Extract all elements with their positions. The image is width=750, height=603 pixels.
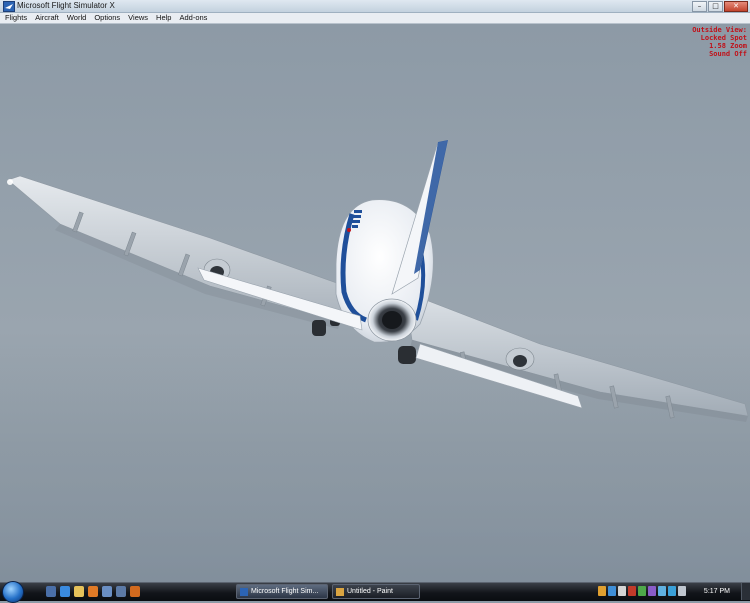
security-icon[interactable]	[608, 586, 616, 596]
menu-flights[interactable]: Flights	[0, 13, 31, 23]
fsx-app-icon[interactable]	[3, 1, 15, 12]
switch-windows-icon[interactable]	[116, 586, 126, 597]
window-title: Microsoft Flight Simulator X	[17, 1, 115, 10]
taskbar: Microsoft Flight Sim... Untitled - Paint…	[0, 581, 750, 603]
task-label: Untitled - Paint	[347, 588, 393, 595]
paint-icon	[336, 587, 344, 596]
title-bar: Microsoft Flight Simulator X – □ ✕	[0, 0, 750, 13]
show-desktop-button[interactable]	[741, 583, 750, 600]
maximize-button[interactable]: □	[708, 1, 723, 12]
window-controls: – □ ✕	[692, 1, 748, 12]
media-icon[interactable]	[102, 586, 112, 597]
folder-icon[interactable]	[74, 586, 84, 597]
update-icon[interactable]	[638, 586, 646, 596]
sound-status-label: Sound Off	[709, 50, 747, 58]
airliner-scene	[0, 139, 750, 582]
menu-bar: Flights Aircraft World Options Views Hel…	[0, 13, 750, 24]
network-icon[interactable]	[598, 586, 606, 596]
menu-views[interactable]: Views	[124, 13, 152, 23]
fsx-icon	[240, 587, 248, 596]
taskbar-button-paint[interactable]: Untitled - Paint	[332, 584, 420, 599]
speaker-icon[interactable]	[678, 586, 686, 596]
battery-icon[interactable]	[658, 586, 666, 596]
firefox-icon[interactable]	[88, 586, 98, 597]
view-info-overlay: Outside View: Locked Spot 1.58 Zoom Soun…	[692, 26, 747, 58]
minimize-button[interactable]: –	[692, 1, 707, 12]
volume-icon[interactable]	[618, 586, 626, 596]
internet-explorer-icon[interactable]	[60, 586, 70, 597]
sea-surface	[0, 324, 750, 582]
language-icon[interactable]	[648, 586, 656, 596]
menu-aircraft[interactable]: Aircraft	[31, 13, 63, 23]
system-tray	[598, 586, 686, 596]
simulator-view[interactable]: Outside View: Locked Spot 1.58 Zoom Soun…	[0, 24, 750, 582]
taskbar-clock[interactable]: 5:17 PM	[704, 583, 730, 600]
wingtip-light	[7, 179, 13, 185]
zoom-label: 1.58 Zoom	[709, 42, 747, 50]
messenger-icon[interactable]	[668, 586, 676, 596]
taskbar-button-flight-simulator[interactable]: Microsoft Flight Sim...	[236, 584, 328, 599]
show-desktop-icon[interactable]	[46, 586, 56, 597]
view-submode-label: Locked Spot	[700, 34, 747, 42]
view-mode-label: Outside View:	[692, 26, 747, 34]
menu-world[interactable]: World	[63, 13, 90, 23]
antivirus-icon[interactable]	[628, 586, 636, 596]
menu-options[interactable]: Options	[90, 13, 124, 23]
menu-help[interactable]: Help	[152, 13, 175, 23]
quick-launch	[46, 586, 140, 597]
menu-add-ons[interactable]: Add-ons	[175, 13, 211, 23]
task-label: Microsoft Flight Sim...	[251, 588, 319, 595]
firefox-icon[interactable]	[130, 586, 140, 597]
close-button[interactable]: ✕	[724, 1, 748, 12]
